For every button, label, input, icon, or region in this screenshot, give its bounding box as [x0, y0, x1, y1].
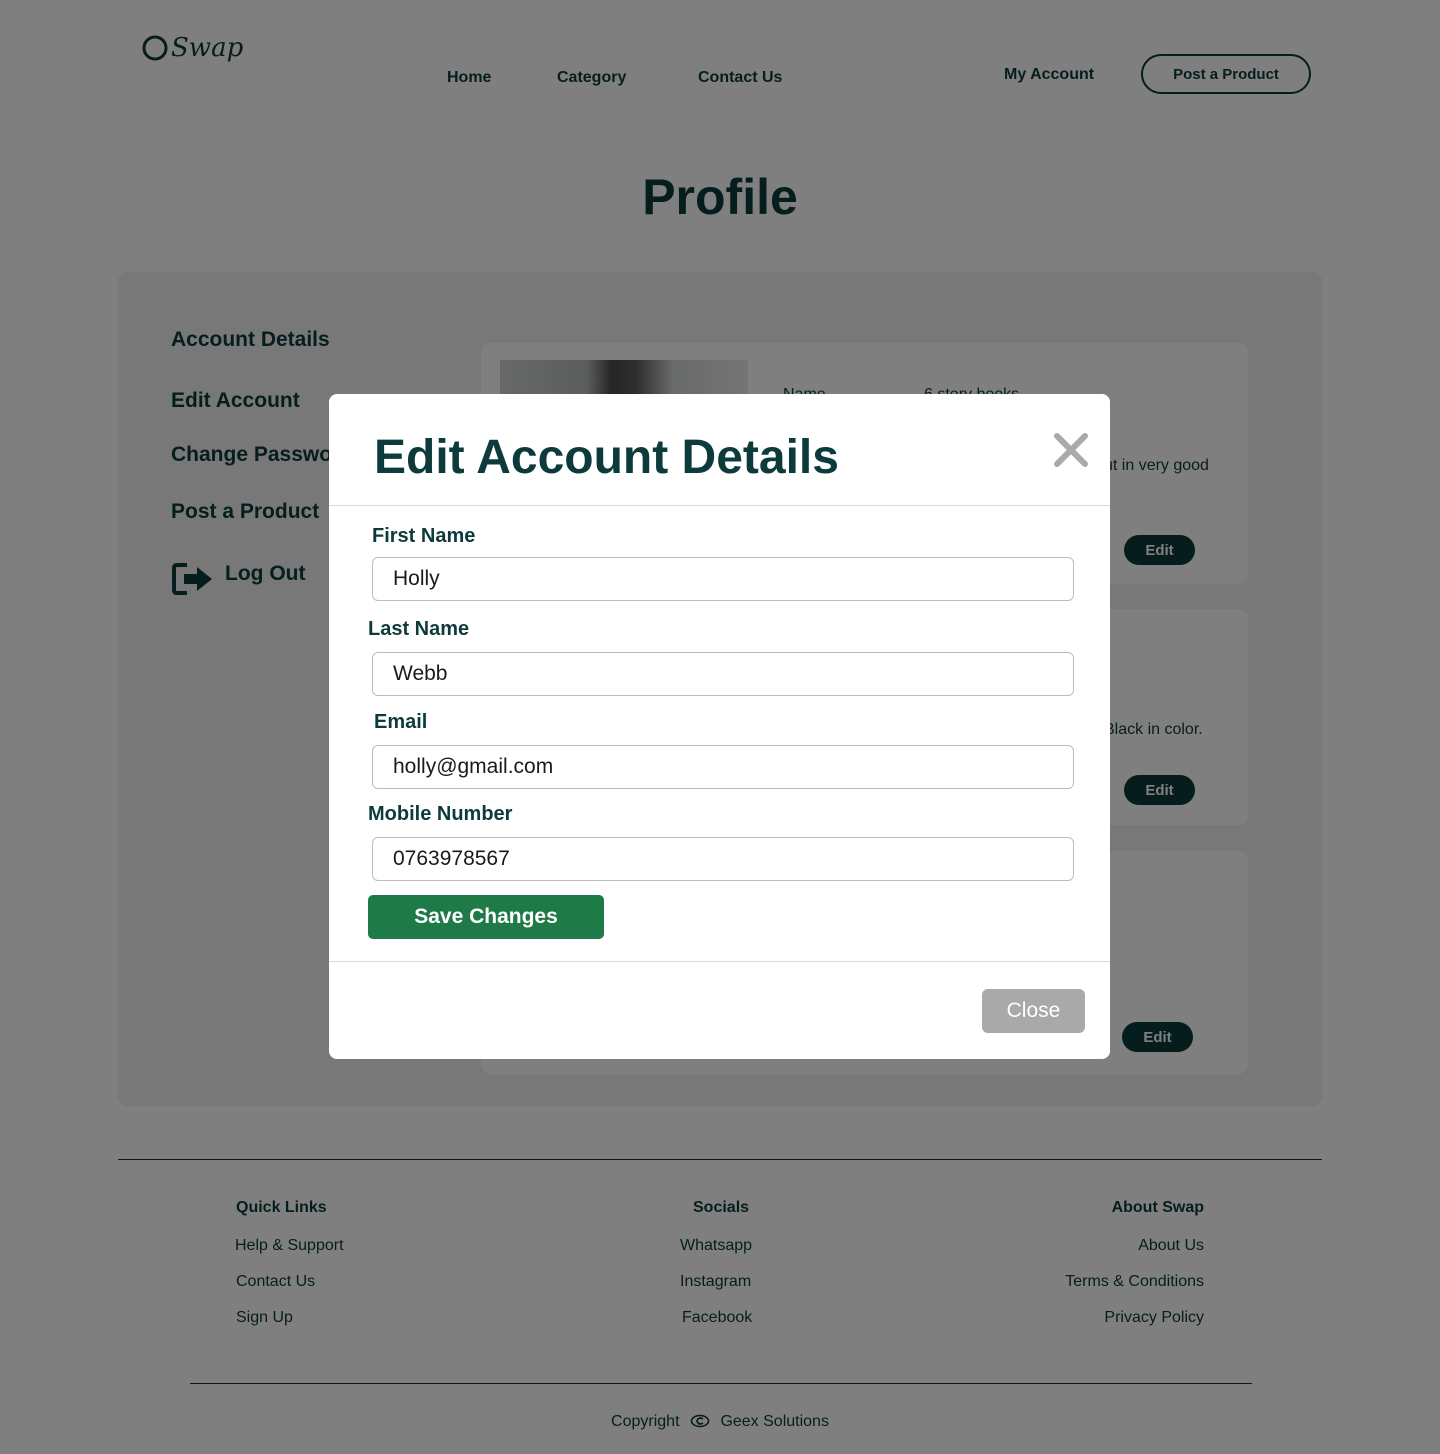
- save-changes-button[interactable]: Save Changes: [368, 895, 604, 939]
- modal-header-divider: [329, 505, 1110, 506]
- close-button[interactable]: Close: [982, 989, 1085, 1033]
- first-name-input[interactable]: [372, 557, 1074, 601]
- page: Swap Home Category Contact Us My Account…: [0, 0, 1440, 1454]
- modal-footer-divider: [329, 961, 1110, 962]
- first-name-label: First Name: [372, 525, 476, 547]
- email-input[interactable]: [372, 745, 1074, 789]
- mobile-number-input[interactable]: [372, 837, 1074, 881]
- close-icon[interactable]: [1051, 430, 1091, 470]
- last-name-input[interactable]: [372, 652, 1074, 696]
- modal-title: Edit Account Details: [374, 431, 839, 484]
- edit-account-modal: Edit Account Details First Name Last Nam…: [329, 394, 1110, 1059]
- mobile-number-label: Mobile Number: [368, 803, 513, 825]
- last-name-label: Last Name: [368, 618, 470, 640]
- email-label: Email: [374, 711, 428, 733]
